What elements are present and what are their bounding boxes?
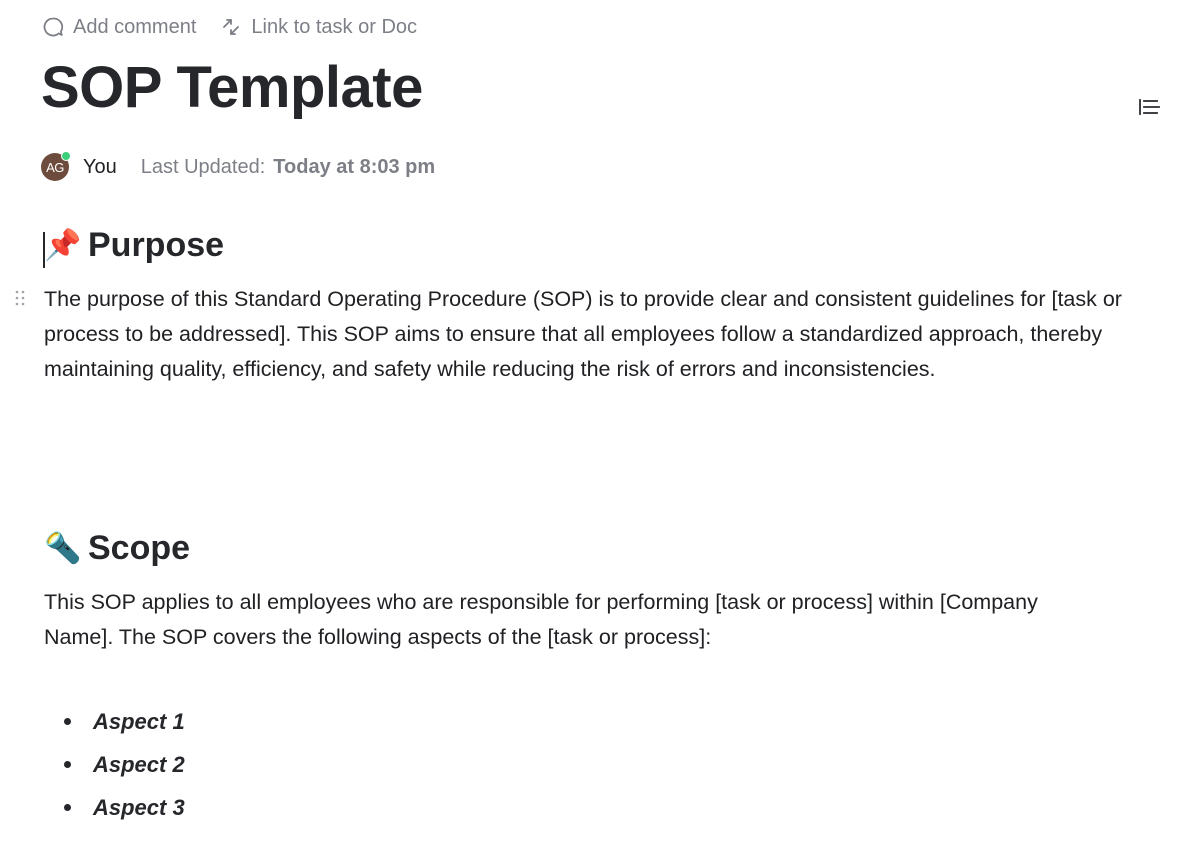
author-name: You — [83, 155, 117, 178]
text-cursor — [43, 232, 45, 268]
aspects-list: Aspect 1 Aspect 2 Aspect 3 — [44, 700, 185, 829]
link-arrows-icon — [220, 16, 242, 38]
section-heading-purpose[interactable]: 📌 Purpose — [43, 226, 225, 268]
table-of-contents-icon — [1137, 99, 1161, 121]
avatar-initials: AG — [46, 159, 64, 175]
list-item[interactable]: Aspect 3 — [44, 786, 185, 829]
bullet-icon — [64, 718, 71, 725]
pushpin-icon: 📌 — [44, 229, 82, 262]
table-of-contents-button[interactable] — [1137, 97, 1161, 117]
bullet-icon — [64, 761, 71, 768]
scope-paragraph[interactable]: This SOP applies to all employees who ar… — [44, 585, 1054, 655]
doc-action-bar: Add comment Link to task or Doc — [42, 13, 417, 41]
link-to-task-button[interactable]: Link to task or Doc — [220, 13, 417, 41]
presence-indicator — [61, 151, 71, 161]
page-title[interactable]: SOP Template — [41, 52, 423, 124]
flashlight-icon: 🔦 — [44, 532, 82, 565]
add-comment-button[interactable]: Add comment — [42, 13, 196, 41]
block-drag-handle[interactable] — [14, 289, 26, 307]
section-heading-scope[interactable]: 🔦 Scope — [44, 529, 190, 568]
link-to-task-label: Link to task or Doc — [251, 15, 418, 38]
list-item-text: Aspect 2 — [93, 751, 185, 777]
last-updated-value: Today at 8:03 pm — [273, 155, 436, 178]
last-updated-label: Last Updated: — [140, 155, 266, 178]
list-item-text: Aspect 1 — [93, 708, 185, 734]
comment-bubble-icon — [42, 16, 64, 38]
doc-meta: AG You Last Updated: Today at 8:03 pm — [41, 151, 436, 182]
heading-text: Scope — [88, 529, 191, 567]
list-item-text: Aspect 3 — [93, 794, 185, 820]
purpose-paragraph[interactable]: The purpose of this Standard Operating P… — [44, 282, 1124, 387]
add-comment-label: Add comment — [73, 15, 197, 38]
avatar[interactable]: AG — [41, 151, 71, 181]
list-item[interactable]: Aspect 1 — [44, 700, 185, 743]
list-item[interactable]: Aspect 2 — [44, 743, 185, 786]
heading-text: Purpose — [88, 226, 225, 264]
bullet-icon — [64, 804, 71, 811]
